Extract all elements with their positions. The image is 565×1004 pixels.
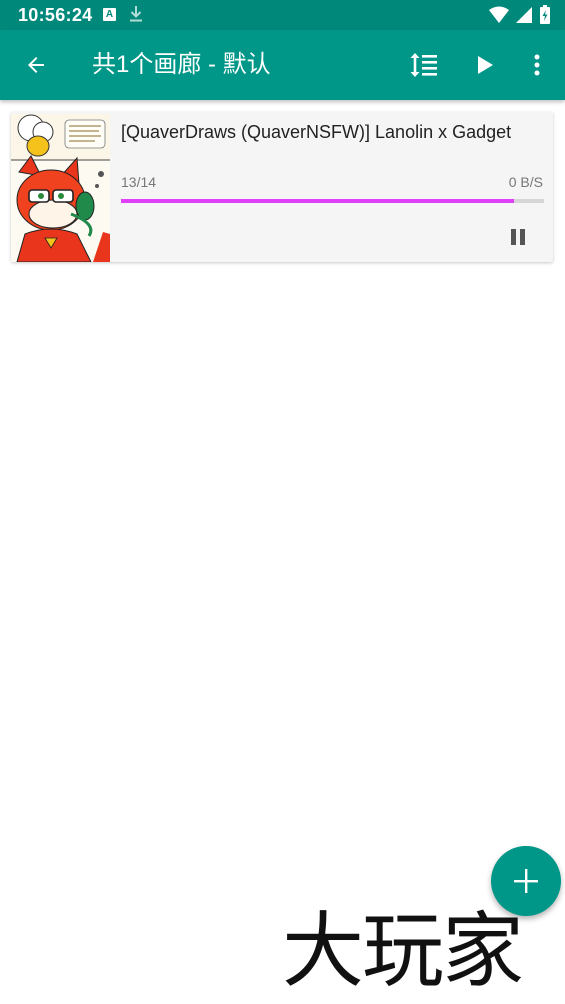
download-item-card[interactable]: [QuaverDraws (QuaverNSFW)] Lanolin x Gad… bbox=[11, 112, 553, 262]
play-icon bbox=[478, 56, 493, 74]
toolbar: 共1个画廊 - 默认 bbox=[0, 30, 565, 100]
wifi-icon bbox=[489, 6, 509, 29]
screen: 10:56:24 A 共1个画廊 - 默认 [QuaverDraws (Quav… bbox=[0, 0, 565, 1004]
page-count: 13/14 bbox=[121, 174, 157, 190]
play-button[interactable] bbox=[461, 30, 509, 100]
download-progress-bar bbox=[121, 199, 544, 203]
pause-icon bbox=[511, 229, 525, 245]
sort-icon bbox=[410, 53, 437, 77]
status-icons bbox=[489, 5, 551, 30]
plus-icon bbox=[514, 869, 538, 893]
download-icon bbox=[129, 5, 143, 28]
signal-icon bbox=[515, 6, 533, 29]
watermark: 大玩家 bbox=[282, 904, 524, 999]
back-button[interactable] bbox=[12, 30, 60, 100]
sort-button[interactable] bbox=[400, 30, 448, 100]
status-time: 10:56:24 bbox=[18, 5, 93, 25]
battery-icon bbox=[539, 5, 551, 30]
download-speed: 0 B/S bbox=[508, 174, 543, 190]
a-notification-icon: A bbox=[103, 8, 116, 21]
download-progress-fill bbox=[121, 199, 515, 203]
more-options-button[interactable] bbox=[513, 30, 561, 100]
thumbnail-image bbox=[11, 114, 110, 262]
page-title: 共1个画廊 - 默认 bbox=[92, 51, 271, 78]
pause-button[interactable] bbox=[503, 222, 533, 252]
status-bar: 10:56:24 A bbox=[0, 0, 565, 30]
more-vert-icon bbox=[534, 54, 540, 76]
back-arrow-icon bbox=[28, 57, 44, 73]
gallery-thumbnail[interactable] bbox=[11, 114, 110, 262]
gallery-title: [QuaverDraws (QuaverNSFW)] Lanolin x Gad… bbox=[121, 122, 512, 142]
